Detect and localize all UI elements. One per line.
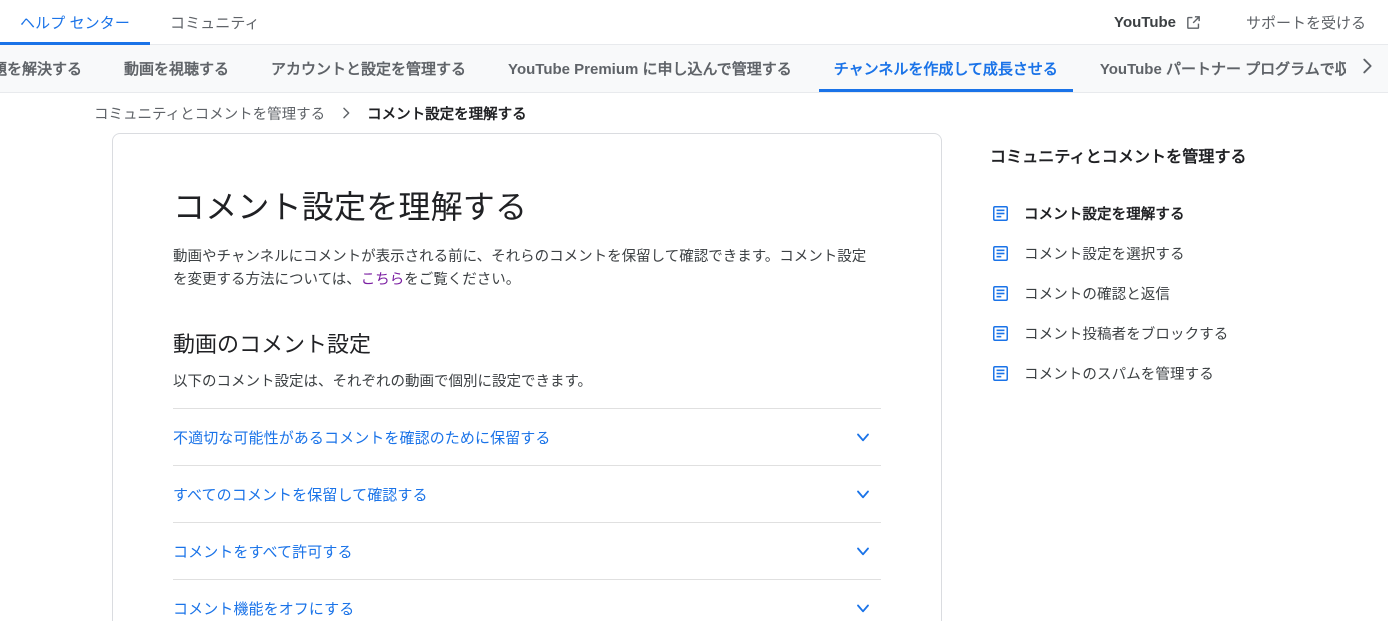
breadcrumb-parent-link[interactable]: コミュニティとコメントを管理する [94, 103, 325, 124]
accordion-item-label: コメント機能をオフにする [173, 600, 355, 618]
accordion-list: 不適切な可能性があるコメントを確認のために保留する すべてのコメントを保留して確… [173, 408, 881, 621]
article-card: コメント設定を理解する 動画やチャンネルにコメントが表示される前に、それらのコメ… [112, 133, 942, 621]
category-item-partner-program[interactable]: YouTube パートナー プログラムで収益を得る [1079, 45, 1388, 92]
category-item-watch-videos-label: 動画を視聴する [124, 61, 230, 78]
category-nav: 問題を解決する 動画を視聴する アカウントと設定を管理する YouTube Pr… [0, 45, 1388, 93]
article-intro: 動画やチャンネルにコメントが表示される前に、それらのコメントを保留して確認できま… [173, 246, 873, 293]
youtube-link[interactable]: YouTube [1092, 0, 1224, 45]
category-nav-next-button[interactable] [1346, 45, 1388, 92]
sidebar-item-manage-comment-spam[interactable]: コメントのスパムを管理する [990, 353, 1386, 393]
category-item-account-settings-label: アカウントと設定を管理する [271, 61, 467, 78]
sidebar-item-choose-comment-settings[interactable]: コメント設定を選択する [990, 233, 1386, 273]
sidebar-item-block-commenters[interactable]: コメント投稿者をブロックする [990, 313, 1386, 353]
accordion-item-allow-all-comments[interactable]: コメントをすべて許可する [173, 522, 881, 579]
sidebar-title: コミュニティとコメントを管理する [990, 149, 1247, 166]
accordion-item-hold-potentially-inappropriate[interactable]: 不適切な可能性があるコメントを確認のために保留する [173, 408, 881, 465]
chevron-right-icon [1356, 55, 1378, 82]
page-title: コメント設定を理解する [173, 189, 528, 225]
category-item-premium[interactable]: YouTube Premium に申し込んで管理する [487, 45, 813, 92]
chevron-right-icon [325, 105, 367, 121]
article-icon [990, 243, 1010, 263]
get-support-label: サポートを受ける [1245, 15, 1366, 32]
category-item-troubleshoot-label: 問題を解決する [0, 61, 83, 78]
breadcrumb-current: コメント設定を理解する [367, 106, 527, 123]
youtube-link-label: YouTube [1114, 14, 1176, 31]
category-item-create-channel[interactable]: チャンネルを作成して成長させる [813, 45, 1079, 92]
category-item-troubleshoot[interactable]: 問題を解決する [0, 45, 103, 92]
article-icon [990, 283, 1010, 303]
section-title: 動画のコメント設定 [173, 331, 372, 357]
tab-help-center[interactable]: ヘルプ センター [0, 0, 150, 45]
sidebar-item-label: コメントのスパムを管理する [1024, 366, 1214, 383]
tab-help-center-label: ヘルプ センター [20, 14, 130, 32]
sidebar-item-label: コメント設定を理解する [1024, 206, 1185, 223]
article-icon [990, 323, 1010, 343]
chevron-down-icon[interactable] [851, 596, 875, 620]
category-item-account-settings[interactable]: アカウントと設定を管理する [250, 45, 487, 92]
chevron-down-icon[interactable] [851, 482, 875, 506]
page-body: コメント設定を理解する 動画やチャンネルにコメントが表示される前に、それらのコメ… [0, 133, 1388, 621]
accordion-item-disable-comments[interactable]: コメント機能をオフにする [173, 579, 881, 621]
sidebar-item-label: コメントの確認と返信 [1024, 286, 1170, 303]
breadcrumb: コミュニティとコメントを管理する コメント設定を理解する [94, 93, 1388, 133]
chevron-down-icon[interactable] [851, 539, 875, 563]
accordion-item-label: 不適切な可能性があるコメントを確認のために保留する [173, 429, 551, 447]
related-articles-sidebar: コミュニティとコメントを管理する コメント設定を理解する コメント設定を選択する… [990, 133, 1386, 393]
article-icon [990, 203, 1010, 223]
sidebar-item-label: コメント設定を選択する [1024, 246, 1185, 263]
tab-community-label: コミュニティ [169, 14, 260, 32]
accordion-item-hold-all-comments[interactable]: すべてのコメントを保留して確認する [173, 465, 881, 522]
chevron-down-icon[interactable] [851, 425, 875, 449]
category-item-create-channel-label: チャンネルを作成して成長させる [833, 61, 1058, 78]
section-subtitle: 以下のコメント設定は、それぞれの動画で個別に設定できます。 [173, 373, 593, 390]
category-item-premium-label: YouTube Premium に申し込んで管理する [508, 61, 792, 78]
category-nav-scroller[interactable]: 問題を解決する 動画を視聴する アカウントと設定を管理する YouTube Pr… [0, 45, 1388, 92]
category-item-partner-program-label: YouTube パートナー プログラムで収益を得る [1099, 61, 1388, 78]
sidebar-item-understand-comment-settings[interactable]: コメント設定を理解する [990, 193, 1386, 233]
article-intro-text-after: をご覧ください。 [404, 272, 521, 289]
sidebar-item-review-and-reply[interactable]: コメントの確認と返信 [990, 273, 1386, 313]
get-support-link[interactable]: サポートを受ける [1224, 0, 1388, 45]
top-bar-tabs: ヘルプ センター コミュニティ [0, 0, 280, 45]
article-icon [990, 363, 1010, 383]
article-intro-link[interactable]: こちら [361, 272, 405, 288]
top-bar: ヘルプ センター コミュニティ YouTube サポートを受ける [0, 0, 1388, 45]
category-item-watch-videos[interactable]: 動画を視聴する [103, 45, 250, 92]
accordion-item-label: コメントをすべて許可する [173, 543, 353, 561]
tab-community[interactable]: コミュニティ [150, 0, 280, 45]
top-bar-actions: YouTube サポートを受ける [1092, 0, 1388, 45]
external-link-icon [1185, 14, 1202, 31]
accordion-item-label: すべてのコメントを保留して確認する [173, 486, 428, 504]
sidebar-item-label: コメント投稿者をブロックする [1024, 326, 1229, 343]
